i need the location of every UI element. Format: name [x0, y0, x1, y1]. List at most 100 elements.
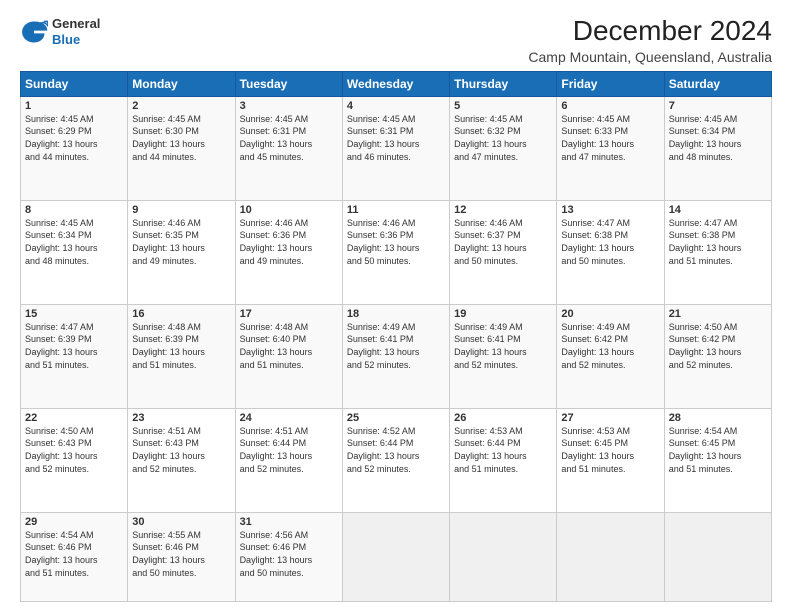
- day-number: 9: [132, 204, 230, 216]
- calendar-cell: 16Sunrise: 4:48 AMSunset: 6:39 PMDayligh…: [128, 304, 235, 408]
- calendar-cell: 21Sunrise: 4:50 AMSunset: 6:42 PMDayligh…: [664, 304, 771, 408]
- calendar-cell: 5Sunrise: 4:45 AMSunset: 6:32 PMDaylight…: [450, 96, 557, 200]
- calendar-cell: 2Sunrise: 4:45 AMSunset: 6:30 PMDaylight…: [128, 96, 235, 200]
- day-info: Sunrise: 4:45 AMSunset: 6:29 PMDaylight:…: [25, 113, 123, 163]
- day-info: Sunrise: 4:55 AMSunset: 6:46 PMDaylight:…: [132, 529, 230, 579]
- day-number: 13: [561, 204, 659, 216]
- calendar-header-thursday: Thursday: [450, 71, 557, 96]
- day-number: 6: [561, 100, 659, 112]
- day-info: Sunrise: 4:47 AMSunset: 6:39 PMDaylight:…: [25, 321, 123, 371]
- day-number: 31: [240, 516, 338, 528]
- calendar-cell: 4Sunrise: 4:45 AMSunset: 6:31 PMDaylight…: [342, 96, 449, 200]
- day-number: 29: [25, 516, 123, 528]
- calendar-cell: 1Sunrise: 4:45 AMSunset: 6:29 PMDaylight…: [21, 96, 128, 200]
- logo: General Blue: [20, 16, 100, 47]
- calendar-cell: 8Sunrise: 4:45 AMSunset: 6:34 PMDaylight…: [21, 200, 128, 304]
- day-number: 1: [25, 100, 123, 112]
- calendar-cell: 19Sunrise: 4:49 AMSunset: 6:41 PMDayligh…: [450, 304, 557, 408]
- calendar-cell: 6Sunrise: 4:45 AMSunset: 6:33 PMDaylight…: [557, 96, 664, 200]
- calendar-cell: 20Sunrise: 4:49 AMSunset: 6:42 PMDayligh…: [557, 304, 664, 408]
- day-number: 14: [669, 204, 767, 216]
- calendar-header-monday: Monday: [128, 71, 235, 96]
- day-info: Sunrise: 4:51 AMSunset: 6:44 PMDaylight:…: [240, 425, 338, 475]
- calendar-cell: 11Sunrise: 4:46 AMSunset: 6:36 PMDayligh…: [342, 200, 449, 304]
- calendar-header-saturday: Saturday: [664, 71, 771, 96]
- day-info: Sunrise: 4:45 AMSunset: 6:34 PMDaylight:…: [25, 217, 123, 267]
- calendar-week-1: 1Sunrise: 4:45 AMSunset: 6:29 PMDaylight…: [21, 96, 772, 200]
- day-info: Sunrise: 4:49 AMSunset: 6:42 PMDaylight:…: [561, 321, 659, 371]
- calendar-cell: 23Sunrise: 4:51 AMSunset: 6:43 PMDayligh…: [128, 408, 235, 512]
- calendar-header-friday: Friday: [557, 71, 664, 96]
- calendar-week-5: 29Sunrise: 4:54 AMSunset: 6:46 PMDayligh…: [21, 512, 772, 601]
- calendar-cell: 14Sunrise: 4:47 AMSunset: 6:38 PMDayligh…: [664, 200, 771, 304]
- day-info: Sunrise: 4:54 AMSunset: 6:46 PMDaylight:…: [25, 529, 123, 579]
- day-number: 15: [25, 308, 123, 320]
- day-number: 7: [669, 100, 767, 112]
- calendar-week-4: 22Sunrise: 4:50 AMSunset: 6:43 PMDayligh…: [21, 408, 772, 512]
- day-info: Sunrise: 4:56 AMSunset: 6:46 PMDaylight:…: [240, 529, 338, 579]
- logo-general: General: [52, 16, 100, 32]
- day-info: Sunrise: 4:50 AMSunset: 6:43 PMDaylight:…: [25, 425, 123, 475]
- day-info: Sunrise: 4:45 AMSunset: 6:31 PMDaylight:…: [347, 113, 445, 163]
- day-number: 20: [561, 308, 659, 320]
- day-number: 19: [454, 308, 552, 320]
- calendar-cell: 17Sunrise: 4:48 AMSunset: 6:40 PMDayligh…: [235, 304, 342, 408]
- header: General Blue December 2024 Camp Mountain…: [20, 16, 772, 65]
- calendar-cell: 27Sunrise: 4:53 AMSunset: 6:45 PMDayligh…: [557, 408, 664, 512]
- day-number: 2: [132, 100, 230, 112]
- day-number: 16: [132, 308, 230, 320]
- day-number: 27: [561, 412, 659, 424]
- day-number: 4: [347, 100, 445, 112]
- calendar-cell: [557, 512, 664, 601]
- calendar-cell: 25Sunrise: 4:52 AMSunset: 6:44 PMDayligh…: [342, 408, 449, 512]
- day-info: Sunrise: 4:51 AMSunset: 6:43 PMDaylight:…: [132, 425, 230, 475]
- day-info: Sunrise: 4:46 AMSunset: 6:36 PMDaylight:…: [347, 217, 445, 267]
- calendar-cell: 9Sunrise: 4:46 AMSunset: 6:35 PMDaylight…: [128, 200, 235, 304]
- calendar-cell: 7Sunrise: 4:45 AMSunset: 6:34 PMDaylight…: [664, 96, 771, 200]
- day-number: 22: [25, 412, 123, 424]
- calendar-cell: 3Sunrise: 4:45 AMSunset: 6:31 PMDaylight…: [235, 96, 342, 200]
- calendar-header-row: SundayMondayTuesdayWednesdayThursdayFrid…: [21, 71, 772, 96]
- day-info: Sunrise: 4:49 AMSunset: 6:41 PMDaylight:…: [347, 321, 445, 371]
- calendar-cell: 29Sunrise: 4:54 AMSunset: 6:46 PMDayligh…: [21, 512, 128, 601]
- day-info: Sunrise: 4:45 AMSunset: 6:33 PMDaylight:…: [561, 113, 659, 163]
- calendar-header-tuesday: Tuesday: [235, 71, 342, 96]
- calendar-cell: 10Sunrise: 4:46 AMSunset: 6:36 PMDayligh…: [235, 200, 342, 304]
- logo-text: General Blue: [52, 16, 100, 47]
- day-info: Sunrise: 4:47 AMSunset: 6:38 PMDaylight:…: [561, 217, 659, 267]
- day-number: 23: [132, 412, 230, 424]
- day-info: Sunrise: 4:50 AMSunset: 6:42 PMDaylight:…: [669, 321, 767, 371]
- day-info: Sunrise: 4:48 AMSunset: 6:39 PMDaylight:…: [132, 321, 230, 371]
- logo-icon: [20, 18, 48, 46]
- calendar-header-wednesday: Wednesday: [342, 71, 449, 96]
- day-number: 8: [25, 204, 123, 216]
- day-info: Sunrise: 4:45 AMSunset: 6:32 PMDaylight:…: [454, 113, 552, 163]
- day-number: 28: [669, 412, 767, 424]
- day-number: 17: [240, 308, 338, 320]
- day-info: Sunrise: 4:45 AMSunset: 6:34 PMDaylight:…: [669, 113, 767, 163]
- day-number: 21: [669, 308, 767, 320]
- day-number: 26: [454, 412, 552, 424]
- day-info: Sunrise: 4:46 AMSunset: 6:36 PMDaylight:…: [240, 217, 338, 267]
- day-number: 24: [240, 412, 338, 424]
- day-number: 30: [132, 516, 230, 528]
- calendar-cell: 22Sunrise: 4:50 AMSunset: 6:43 PMDayligh…: [21, 408, 128, 512]
- calendar-cell: 30Sunrise: 4:55 AMSunset: 6:46 PMDayligh…: [128, 512, 235, 601]
- day-number: 11: [347, 204, 445, 216]
- calendar-cell: 18Sunrise: 4:49 AMSunset: 6:41 PMDayligh…: [342, 304, 449, 408]
- calendar-cell: 26Sunrise: 4:53 AMSunset: 6:44 PMDayligh…: [450, 408, 557, 512]
- calendar-cell: 13Sunrise: 4:47 AMSunset: 6:38 PMDayligh…: [557, 200, 664, 304]
- calendar-header-sunday: Sunday: [21, 71, 128, 96]
- day-number: 3: [240, 100, 338, 112]
- day-number: 25: [347, 412, 445, 424]
- day-info: Sunrise: 4:45 AMSunset: 6:30 PMDaylight:…: [132, 113, 230, 163]
- subtitle: Camp Mountain, Queensland, Australia: [528, 49, 772, 65]
- day-info: Sunrise: 4:46 AMSunset: 6:37 PMDaylight:…: [454, 217, 552, 267]
- page: General Blue December 2024 Camp Mountain…: [0, 0, 792, 612]
- day-info: Sunrise: 4:46 AMSunset: 6:35 PMDaylight:…: [132, 217, 230, 267]
- day-info: Sunrise: 4:45 AMSunset: 6:31 PMDaylight:…: [240, 113, 338, 163]
- day-info: Sunrise: 4:47 AMSunset: 6:38 PMDaylight:…: [669, 217, 767, 267]
- calendar-cell: 31Sunrise: 4:56 AMSunset: 6:46 PMDayligh…: [235, 512, 342, 601]
- day-info: Sunrise: 4:54 AMSunset: 6:45 PMDaylight:…: [669, 425, 767, 475]
- calendar-cell: [664, 512, 771, 601]
